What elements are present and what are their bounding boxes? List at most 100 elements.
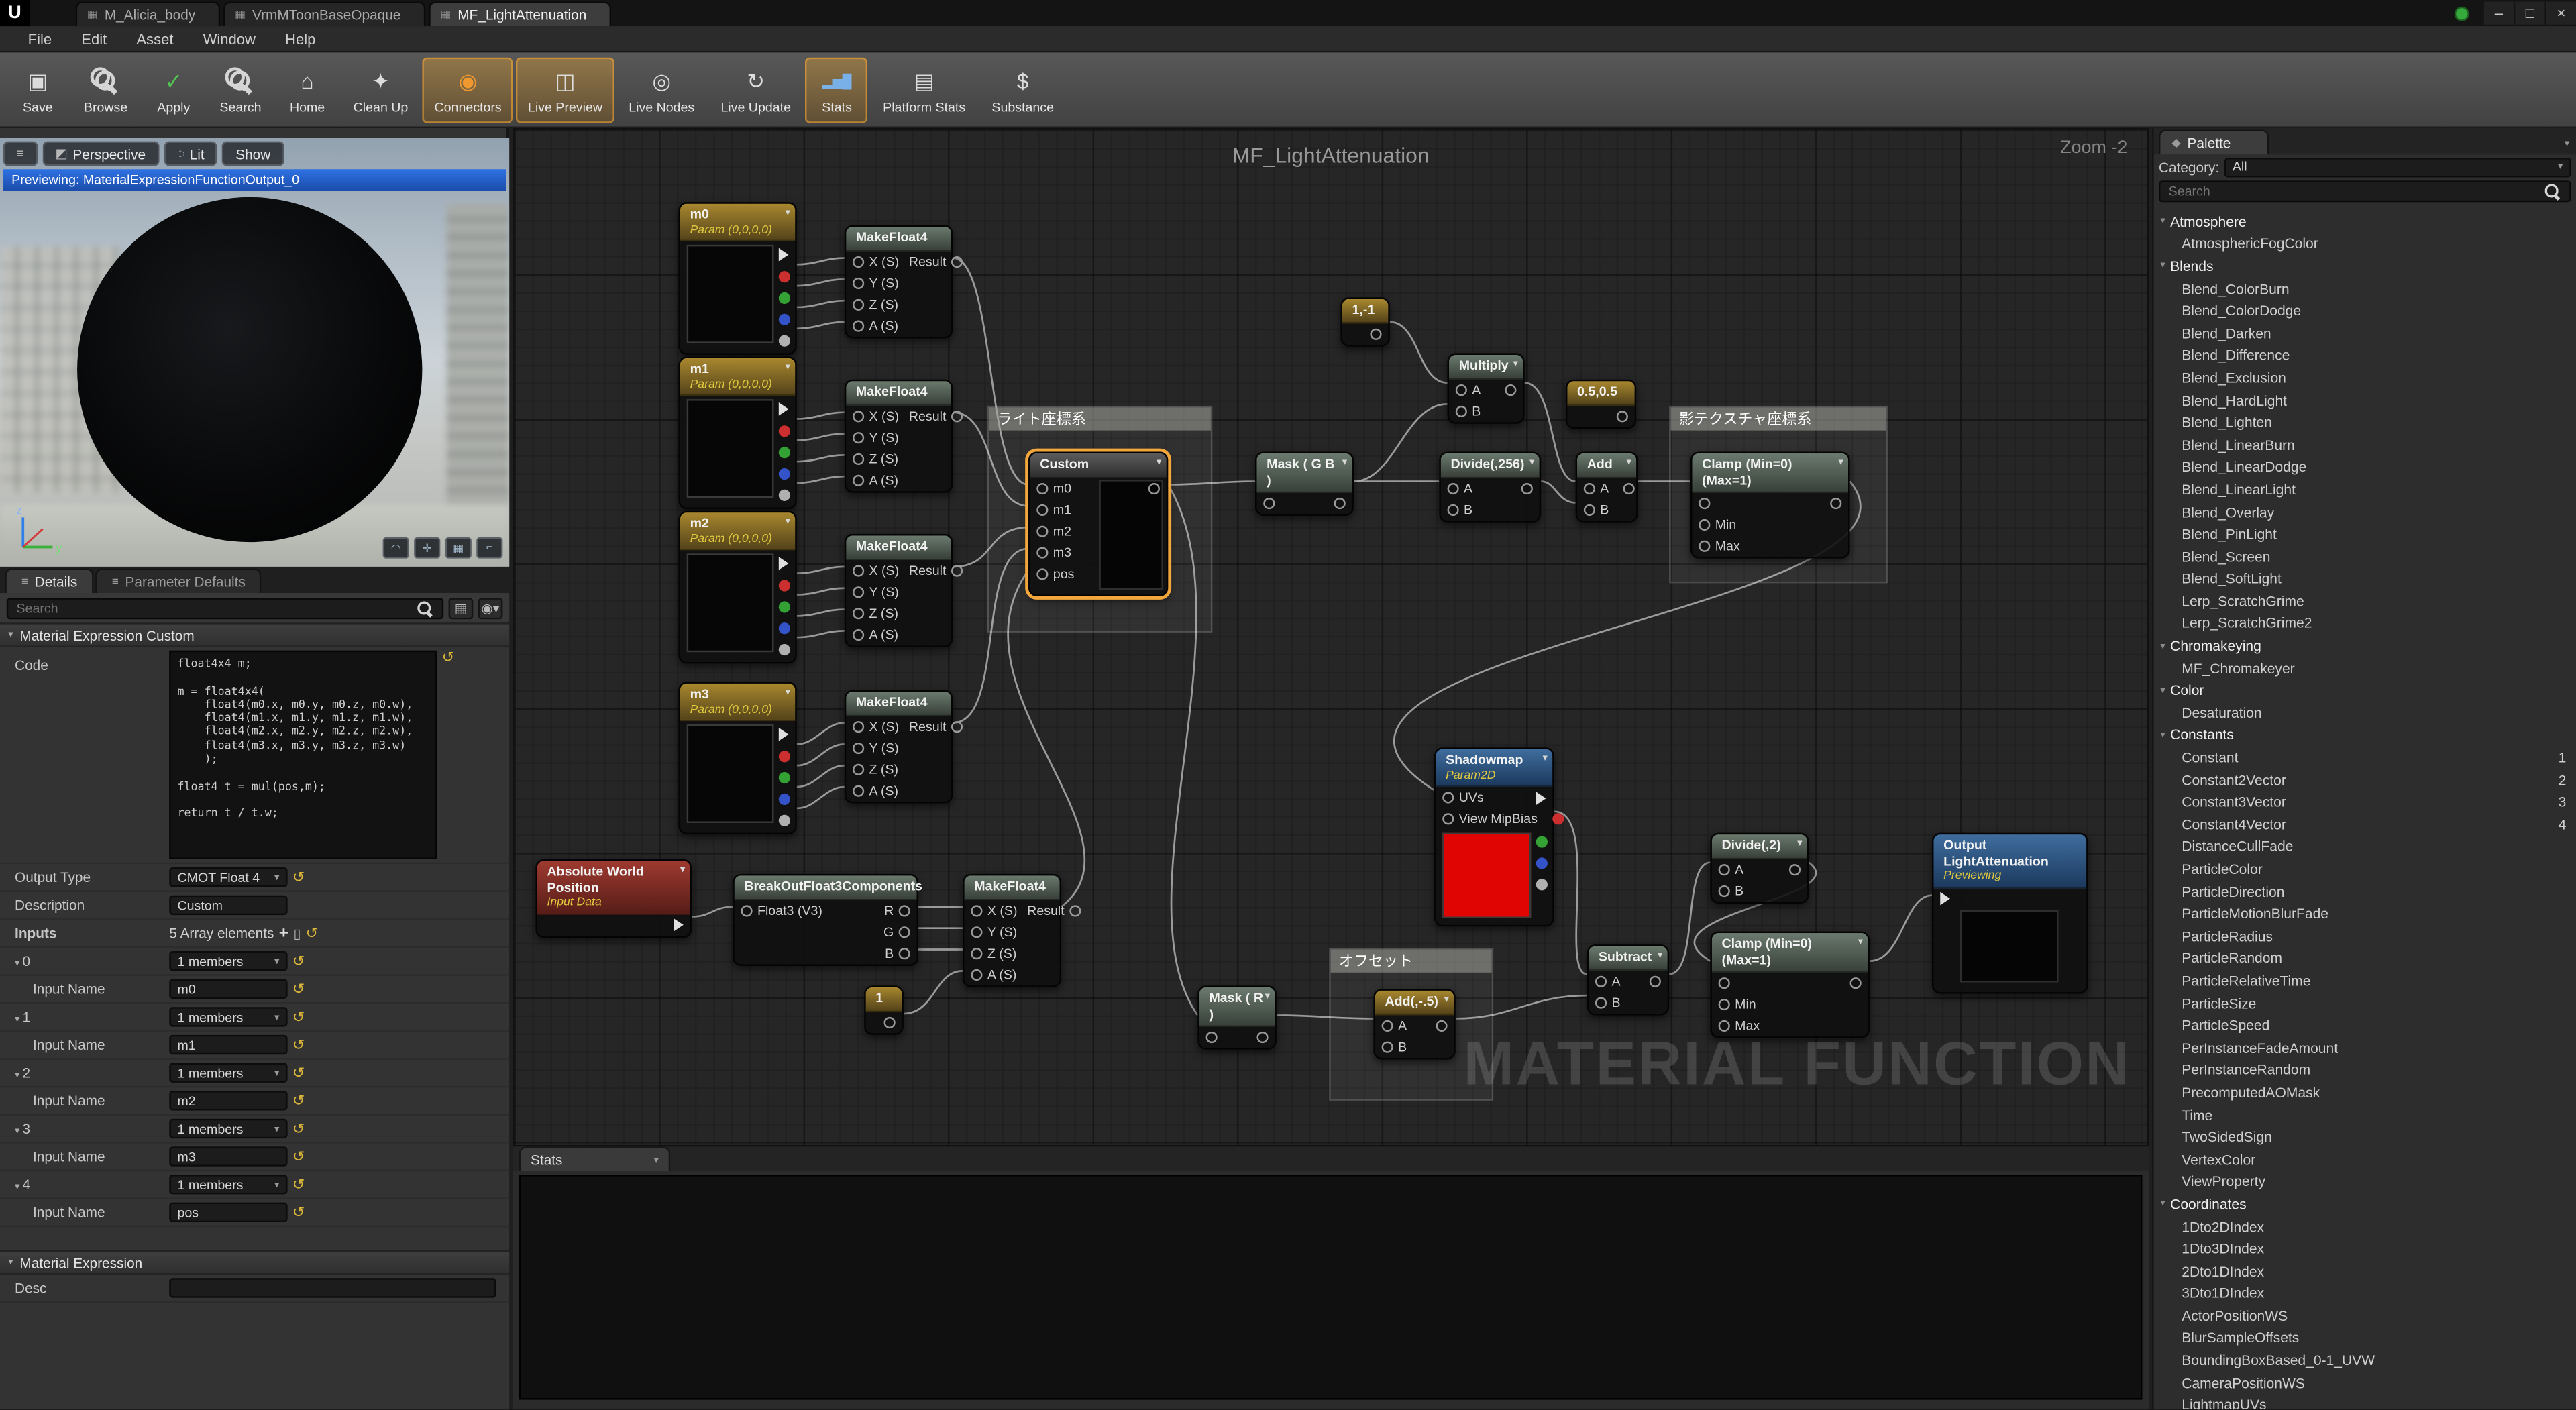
output-pin[interactable]	[1789, 863, 1801, 875]
node-add[interactable]: Add▾AB	[1576, 451, 1638, 521]
output-pin[interactable]	[1436, 1020, 1447, 1031]
input-pin[interactable]	[853, 607, 864, 618]
input-name-field-pos[interactable]	[169, 1203, 287, 1222]
palette-item-atmosphericfogcolor[interactable]: AtmosphericFogColor	[2154, 233, 2576, 255]
output-pin[interactable]	[779, 314, 790, 325]
reset-icon[interactable]: ↺	[292, 1121, 305, 1136]
input-pin[interactable]	[853, 453, 864, 464]
collapse-icon[interactable]: ▾	[15, 1127, 22, 1137]
output-pin[interactable]	[884, 1016, 896, 1028]
node-const-05-05[interactable]: 0.5,0.5	[1566, 380, 1636, 428]
input-name-field-m3[interactable]	[169, 1146, 287, 1166]
palette-item-blend-exclusion[interactable]: Blend_Exclusion	[2154, 367, 2576, 389]
node-subtract[interactable]: Subtract▾AB	[1587, 944, 1669, 1014]
input-pin[interactable]	[853, 784, 864, 796]
palette-item-blend-hardlight[interactable]: Blend_HardLight	[2154, 389, 2576, 411]
grid-icon[interactable]: ▦	[445, 537, 472, 559]
description-field[interactable]: Custom	[169, 896, 287, 915]
section-material-expression[interactable]: ▾ Material Expression	[0, 1250, 509, 1275]
node-m0[interactable]: m0Param (0,0,0,0)▾	[678, 202, 796, 355]
output-pin[interactable]	[779, 402, 789, 416]
minimize-button[interactable]: –	[2484, 1, 2514, 24]
input-pin[interactable]	[971, 904, 982, 916]
input-pin[interactable]	[1456, 384, 1467, 395]
input-name-field-m0[interactable]	[169, 979, 287, 999]
collapse-icon[interactable]: ▾	[1838, 457, 1843, 468]
collapse-icon[interactable]: ▾	[786, 687, 790, 698]
palette-item-3dto1dindex[interactable]: 3Dto1DIndex	[2154, 1282, 2576, 1304]
input-pin[interactable]	[1448, 482, 1459, 494]
collapse-icon[interactable]: ▾	[1342, 457, 1347, 468]
palette-item-blend-colorburn[interactable]: Blend_ColorBurn	[2154, 277, 2576, 299]
input-pin[interactable]	[853, 277, 864, 288]
node-makefloat4-3[interactable]: MakeFloat4X (S)ResultY (S)Z (S)A (S)	[845, 534, 953, 647]
palette-category-blends[interactable]: ▾Blends	[2154, 255, 2576, 277]
palette-item-camerapositionws[interactable]: CameraPositionWS	[2154, 1372, 2576, 1394]
input-pin[interactable]	[1456, 405, 1467, 417]
node-shadowmap[interactable]: ShadowmapParam2D▾UVsView MipBias	[1434, 747, 1554, 926]
collapse-icon[interactable]: ▾	[1858, 936, 1863, 948]
output-pin[interactable]	[779, 271, 790, 282]
input-pin[interactable]	[853, 629, 864, 640]
input-pin[interactable]	[853, 410, 864, 421]
output-pin[interactable]	[674, 918, 684, 932]
output-pin[interactable]	[1850, 977, 1862, 989]
reset-icon[interactable]: ↺	[306, 926, 318, 940]
input-pin[interactable]	[1595, 996, 1607, 1008]
input-pin[interactable]	[741, 904, 752, 916]
node-m3[interactable]: m3Param (0,0,0,0)▾	[678, 682, 796, 834]
tab-palette[interactable]: ◆Palette	[2159, 129, 2269, 154]
collapse-icon[interactable]: ▾	[1658, 950, 1662, 961]
view-options-icon[interactable]: ◉▾	[478, 597, 503, 618]
palette-item-actorpositionws[interactable]: ActorPositionWS	[2154, 1305, 2576, 1327]
output-pin[interactable]	[779, 292, 790, 304]
input-name-input[interactable]	[177, 981, 279, 996]
collapse-icon[interactable]: ▾	[1444, 994, 1449, 1006]
input-pin[interactable]	[853, 586, 864, 597]
palette-category-constants[interactable]: ▾Constants	[2154, 724, 2576, 746]
substance-button[interactable]: $Substance	[980, 56, 1065, 122]
input-pin[interactable]	[1036, 504, 1048, 515]
input-pin[interactable]	[1584, 504, 1595, 515]
maximize-button[interactable]: □	[2515, 1, 2544, 24]
input-pin[interactable]	[853, 431, 864, 443]
display-filter-icon[interactable]: ▦	[449, 597, 474, 618]
node-breakout-float3[interactable]: BreakOutFloat3ComponentsFloat3 (V3)RGB	[733, 874, 918, 965]
category-dropdown[interactable]: All▾	[2224, 157, 2571, 176]
node-custom[interactable]: Custom▾m0m1m2m3pos	[1028, 451, 1168, 596]
palette-item-lerp-scratchgrime2[interactable]: Lerp_ScratchGrime2	[2154, 612, 2576, 635]
menu-edit[interactable]: Edit	[66, 26, 121, 51]
output-pin[interactable]	[779, 557, 789, 570]
palette-item-perinstancerandom[interactable]: PerInstanceRandom	[2154, 1059, 2576, 1081]
details-search-box[interactable]	[7, 597, 443, 618]
input-pin[interactable]	[1448, 504, 1459, 515]
palette-item-blend-overlay[interactable]: Blend_Overlay	[2154, 500, 2576, 523]
menu-asset[interactable]: Asset	[121, 26, 188, 51]
input-pin[interactable]	[1595, 975, 1607, 986]
input-pin[interactable]	[853, 564, 864, 576]
collapse-icon[interactable]: ▾	[680, 864, 685, 875]
palette-item-blend-softlight[interactable]: Blend_SoftLight	[2154, 567, 2576, 590]
code-editor[interactable]: float4x4 m; m = float4x4( float4(m0.x, m…	[169, 651, 437, 859]
input-pin[interactable]	[1263, 498, 1275, 509]
palette-item-blend-pinlight[interactable]: Blend_PinLight	[2154, 523, 2576, 545]
reset-icon[interactable]: ↺	[292, 1065, 305, 1080]
node-output-lightattenuation[interactable]: Output LightAttenuationPreviewing	[1932, 833, 2088, 994]
palette-item-blend-difference[interactable]: Blend_Difference	[2154, 344, 2576, 366]
input-pin[interactable]	[1442, 792, 1454, 803]
node-const-1-minus1[interactable]: 1,-1	[1340, 297, 1389, 345]
output-pin[interactable]	[779, 751, 790, 762]
desc-input[interactable]	[177, 1281, 488, 1295]
collapse-icon[interactable]: ▾	[1529, 457, 1534, 468]
search-button[interactable]: Search	[208, 56, 272, 122]
palette-item-perinstancefadeamount[interactable]: PerInstanceFadeAmount	[2154, 1036, 2576, 1059]
node-const-1[interactable]: 1	[864, 985, 904, 1034]
desc-field[interactable]	[169, 1278, 496, 1297]
output-pin[interactable]	[1830, 498, 1841, 509]
palette-category-coordinates[interactable]: ▾Coordinates	[2154, 1193, 2576, 1215]
output-pin[interactable]	[951, 564, 963, 576]
input-pin[interactable]	[1036, 546, 1048, 557]
node-m1[interactable]: m1Param (0,0,0,0)▾	[678, 356, 796, 509]
input-pin[interactable]	[971, 947, 982, 959]
add-element-icon[interactable]: +	[279, 924, 288, 942]
